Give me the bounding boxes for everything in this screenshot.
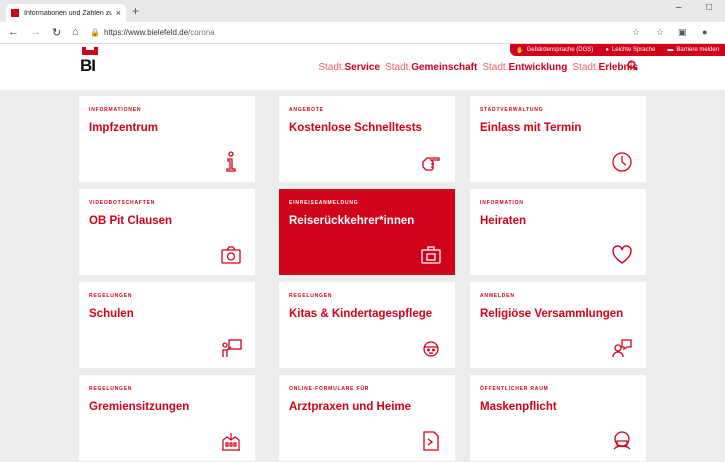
tile-maskenpflicht[interactable]: ÖFFENTLICHER RAUM Maskenpflicht	[470, 375, 646, 461]
tile-kitas[interactable]: REGELUNGEN Kitas & Kindertagespflege	[279, 282, 455, 368]
speech-person-icon	[610, 336, 634, 360]
tile-title: Gremiensitzungen	[89, 401, 190, 413]
tile-ob-pit-clausen[interactable]: VIDEOBOTSCHAFTEN OB Pit Clausen	[79, 189, 255, 275]
tile-schnelltests[interactable]: ANGEBOTE Kostenlose Schnelltests	[279, 96, 455, 182]
tile-title: OB Pit Clausen	[89, 215, 173, 227]
tile-reiserueckkehrer[interactable]: EINREISEANMELDUNG Reiserückkehrer*innen	[279, 189, 455, 275]
tile-einlass-termin[interactable]: STADTVERWALTUNG Einlass mit Termin	[470, 96, 646, 182]
tile-category: ONLINE-FORMULARE FÜR	[289, 386, 370, 392]
browser-tab[interactable]: Informationen und Zahlen zum ×	[6, 4, 126, 22]
nav-service[interactable]: Stadt.Service	[318, 62, 380, 73]
help-report-barrier-link[interactable]: ▬ Barriere melden	[661, 44, 725, 56]
tile-title: Reiserückkehrer*innen	[289, 215, 415, 227]
tile-title: Arztpraxen und Heime	[289, 401, 412, 413]
logo-crown-icon	[82, 47, 98, 55]
easy-language-icon: ●	[605, 47, 609, 53]
url-field[interactable]: https://www.bielefeld.de/corona	[104, 28, 215, 37]
tile-gremiensitzungen[interactable]: REGELUNGEN Gremiensitzungen	[79, 375, 255, 461]
tile-category: ÖFFENTLICHER RAUM	[480, 386, 549, 392]
close-tab-icon[interactable]: ×	[116, 8, 121, 18]
tile-category: ANMELDEN	[480, 293, 515, 299]
tile-title: Einlass mit Termin	[480, 122, 582, 134]
tile-category: INFORMATIONEN	[89, 107, 142, 113]
suitcase-icon	[419, 243, 443, 267]
tab-title: Informationen und Zahlen zum	[24, 9, 112, 17]
pointing-hand-icon	[419, 150, 443, 174]
tile-category: REGELUNGEN	[89, 386, 133, 392]
profile-icon[interactable]: ●	[702, 27, 707, 37]
reload-icon[interactable]: ↻	[52, 26, 61, 39]
tile-arztpraxen[interactable]: ONLINE-FORMULARE FÜR Arztpraxen und Heim…	[279, 375, 455, 461]
read-aloud-icon[interactable]: ☆	[632, 27, 640, 38]
tile-title: Heiraten	[480, 215, 527, 227]
tile-category: REGELUNGEN	[89, 293, 133, 299]
lock-icon[interactable]: 🔒	[90, 28, 100, 37]
browser-tab-bar: Informationen und Zahlen zum × + – □	[0, 0, 725, 22]
tile-category: EINREISEANMELDUNG	[289, 200, 359, 206]
tile-title: Kitas & Kindertagespflege	[289, 308, 433, 320]
tile-category: REGELUNGEN	[289, 293, 333, 299]
search-icon[interactable]	[627, 60, 638, 74]
teacher-board-icon	[219, 336, 243, 360]
hand-icon: ✋	[516, 47, 524, 54]
home-icon[interactable]: ⌂	[72, 26, 79, 38]
nav-gemeinschaft[interactable]: Stadt.Gemeinschaft	[385, 62, 477, 73]
forward-icon[interactable]: →	[30, 26, 41, 38]
minimize-button[interactable]: –	[676, 2, 682, 13]
mask-face-icon	[610, 429, 634, 453]
tile-category: STADTVERWALTUNG	[480, 107, 544, 113]
new-tab-button[interactable]: +	[132, 4, 139, 18]
child-face-icon	[419, 336, 443, 360]
clock-icon	[610, 150, 634, 174]
help-easy-language-link[interactable]: ● Leichte Sprache	[599, 44, 661, 56]
bielefeld-logo[interactable]: BI	[80, 47, 100, 75]
help-sign-language-link[interactable]: ✋ Gebärdensprache (DGS)	[510, 44, 599, 56]
tile-category: ANGEBOTE	[289, 107, 324, 113]
site-header: BI ✋ Gebärdensprache (DGS) ● Leichte Spr…	[0, 44, 725, 90]
tile-title: Religiöse Versammlungen	[480, 308, 624, 320]
maximize-button[interactable]: □	[706, 2, 712, 13]
tile-title: Kostenlose Schnelltests	[289, 122, 422, 134]
townhall-icon	[219, 429, 243, 453]
tile-title: Impfzentrum	[89, 122, 158, 134]
logo-text: BI	[80, 56, 96, 75]
tile-category: INFORMATION	[480, 200, 524, 206]
tile-religioese-versammlungen[interactable]: ANMELDEN Religiöse Versammlungen	[470, 282, 646, 368]
accessibility-bar: ✋ Gebärdensprache (DGS) ● Leichte Sprach…	[510, 44, 725, 56]
favorites-icon[interactable]: ☆	[656, 27, 664, 38]
tile-impfzentrum[interactable]: INFORMATIONEN Impfzentrum	[79, 96, 255, 182]
nav-entwicklung[interactable]: Stadt.Entwicklung	[482, 62, 567, 73]
info-icon	[219, 150, 243, 174]
camera-icon	[219, 243, 243, 267]
tile-title: Maskenpflicht	[480, 401, 557, 413]
tile-schulen[interactable]: REGELUNGEN Schulen	[79, 282, 255, 368]
back-icon[interactable]: ←	[8, 26, 19, 38]
main-navigation: Stadt.Service Stadt.Gemeinschaft Stadt.E…	[318, 62, 638, 73]
tile-title: Schulen	[89, 308, 134, 320]
address-bar: ← → ↻ ⌂ 🔒 https://www.bielefeld.de/coron…	[0, 22, 725, 44]
tile-heiraten[interactable]: INFORMATION Heiraten	[470, 189, 646, 275]
favicon-icon	[11, 9, 19, 17]
tile-category: VIDEOBOTSCHAFTEN	[89, 200, 156, 206]
heart-icon	[610, 243, 634, 267]
message-icon: ▬	[667, 47, 674, 53]
collections-icon[interactable]: ▣	[678, 27, 687, 38]
document-icon	[419, 429, 443, 453]
